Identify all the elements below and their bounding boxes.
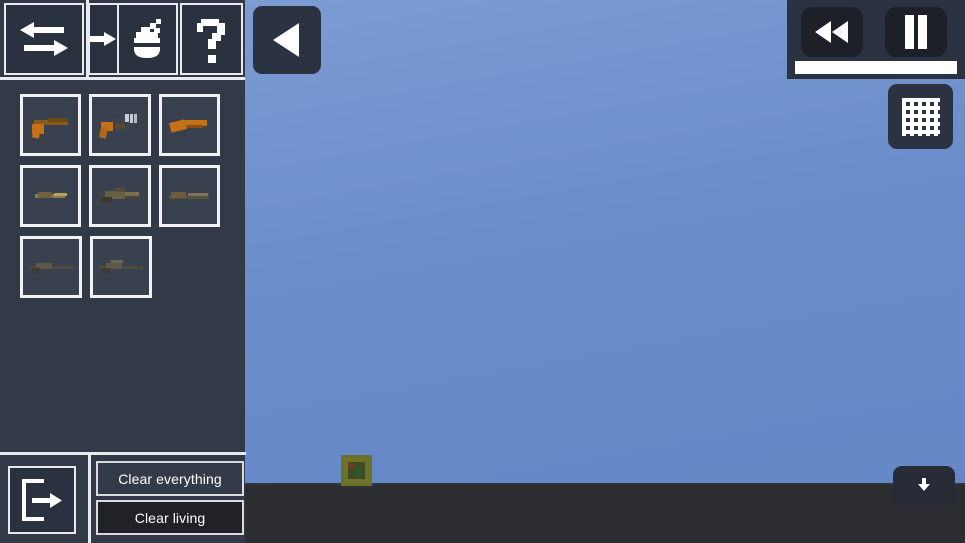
grid-icon	[900, 96, 942, 138]
swap-button[interactable]	[4, 3, 84, 75]
sniper-icon	[96, 254, 146, 280]
weapon-item-grid	[20, 94, 220, 307]
pause-icon	[903, 15, 929, 49]
grid-toggle-button[interactable]	[888, 84, 953, 149]
bottom-panel-divider	[0, 452, 90, 455]
grenade-icon	[125, 16, 171, 62]
smg-icon	[95, 112, 145, 139]
item-shotgun[interactable]	[20, 236, 82, 298]
pistol-icon	[26, 112, 76, 139]
sidebar-divider	[0, 77, 245, 80]
item-sniper[interactable]	[90, 236, 152, 298]
arrow-right-icon	[90, 27, 116, 51]
question-mark-icon	[195, 15, 229, 63]
item-row	[20, 236, 220, 298]
download-button[interactable]	[893, 466, 955, 506]
clear-everything-button[interactable]: Clear everything	[96, 461, 244, 496]
help-button[interactable]	[180, 3, 243, 75]
speed-slider-track[interactable]	[795, 61, 957, 74]
item-smg[interactable]	[89, 94, 151, 156]
entity-marker-green	[355, 468, 362, 476]
exit-button[interactable]	[8, 466, 76, 534]
item-assault-rifle[interactable]	[158, 165, 220, 227]
item-pistol[interactable]	[20, 94, 82, 156]
left-sidebar: Clear everything Clear living	[0, 0, 246, 543]
sidebar-toolbar	[0, 0, 245, 80]
rewind-icon	[813, 19, 851, 45]
item-sawn-off[interactable]	[158, 94, 220, 156]
shotgun-icon	[26, 254, 76, 280]
rifle-icon	[95, 183, 145, 209]
swap-arrows-icon	[18, 18, 70, 60]
clear-living-label: Clear living	[134, 509, 206, 526]
grenade-button[interactable]	[117, 3, 178, 75]
playback-panel	[787, 0, 965, 79]
triangle-left-icon	[269, 20, 305, 60]
item-row	[20, 165, 220, 227]
rewind-button[interactable]	[801, 7, 863, 57]
clear-living-button[interactable]: Clear living	[96, 500, 244, 535]
entity-marker-red	[349, 463, 354, 468]
pause-button[interactable]	[885, 7, 947, 57]
item-row	[20, 94, 220, 156]
green-block-entity[interactable]	[341, 455, 372, 486]
clear-everything-label: Clear everything	[118, 470, 222, 487]
speed-slider-fill	[795, 61, 957, 74]
carbine-icon	[26, 183, 76, 209]
app-screen: Clear everything Clear living	[0, 0, 965, 543]
collapse-panel-button[interactable]	[253, 6, 321, 74]
next-button[interactable]	[88, 3, 120, 75]
item-rifle[interactable]	[89, 165, 151, 227]
download-icon	[917, 478, 931, 494]
sawn-off-icon	[164, 112, 214, 138]
item-carbine[interactable]	[20, 165, 82, 227]
clear-actions-panel: Clear everything Clear living	[88, 452, 246, 543]
assault-rifle-icon	[164, 183, 214, 209]
exit-icon	[18, 477, 66, 523]
